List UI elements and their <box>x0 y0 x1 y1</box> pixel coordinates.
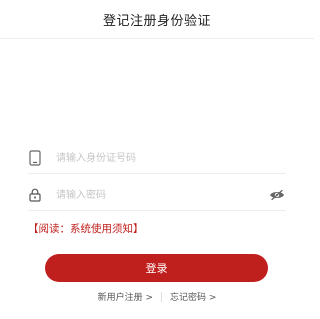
footer-links: 新用户注册 > 忘记密码 > <box>0 290 314 303</box>
header-bar: 登记注册身份验证 <box>0 0 314 39</box>
id-number-field <box>28 143 286 174</box>
password-field <box>28 180 286 211</box>
id-number-input[interactable] <box>56 148 286 168</box>
page-title: 登记注册身份验证 <box>102 13 211 29</box>
login-page: 登记注册身份验证 【阅读：系统使用 <box>0 0 314 319</box>
lock-icon <box>28 187 42 203</box>
forgot-password-link[interactable]: 忘记密码 > <box>162 290 224 303</box>
password-input[interactable] <box>56 185 268 205</box>
register-link[interactable]: 新用户注册 > <box>90 290 161 303</box>
usage-notice-link[interactable]: 【阅读：系统使用须知】 <box>28 221 144 236</box>
login-button[interactable]: 登录 <box>45 254 268 282</box>
eye-hidden-icon[interactable] <box>268 188 286 202</box>
phone-icon <box>28 150 42 166</box>
